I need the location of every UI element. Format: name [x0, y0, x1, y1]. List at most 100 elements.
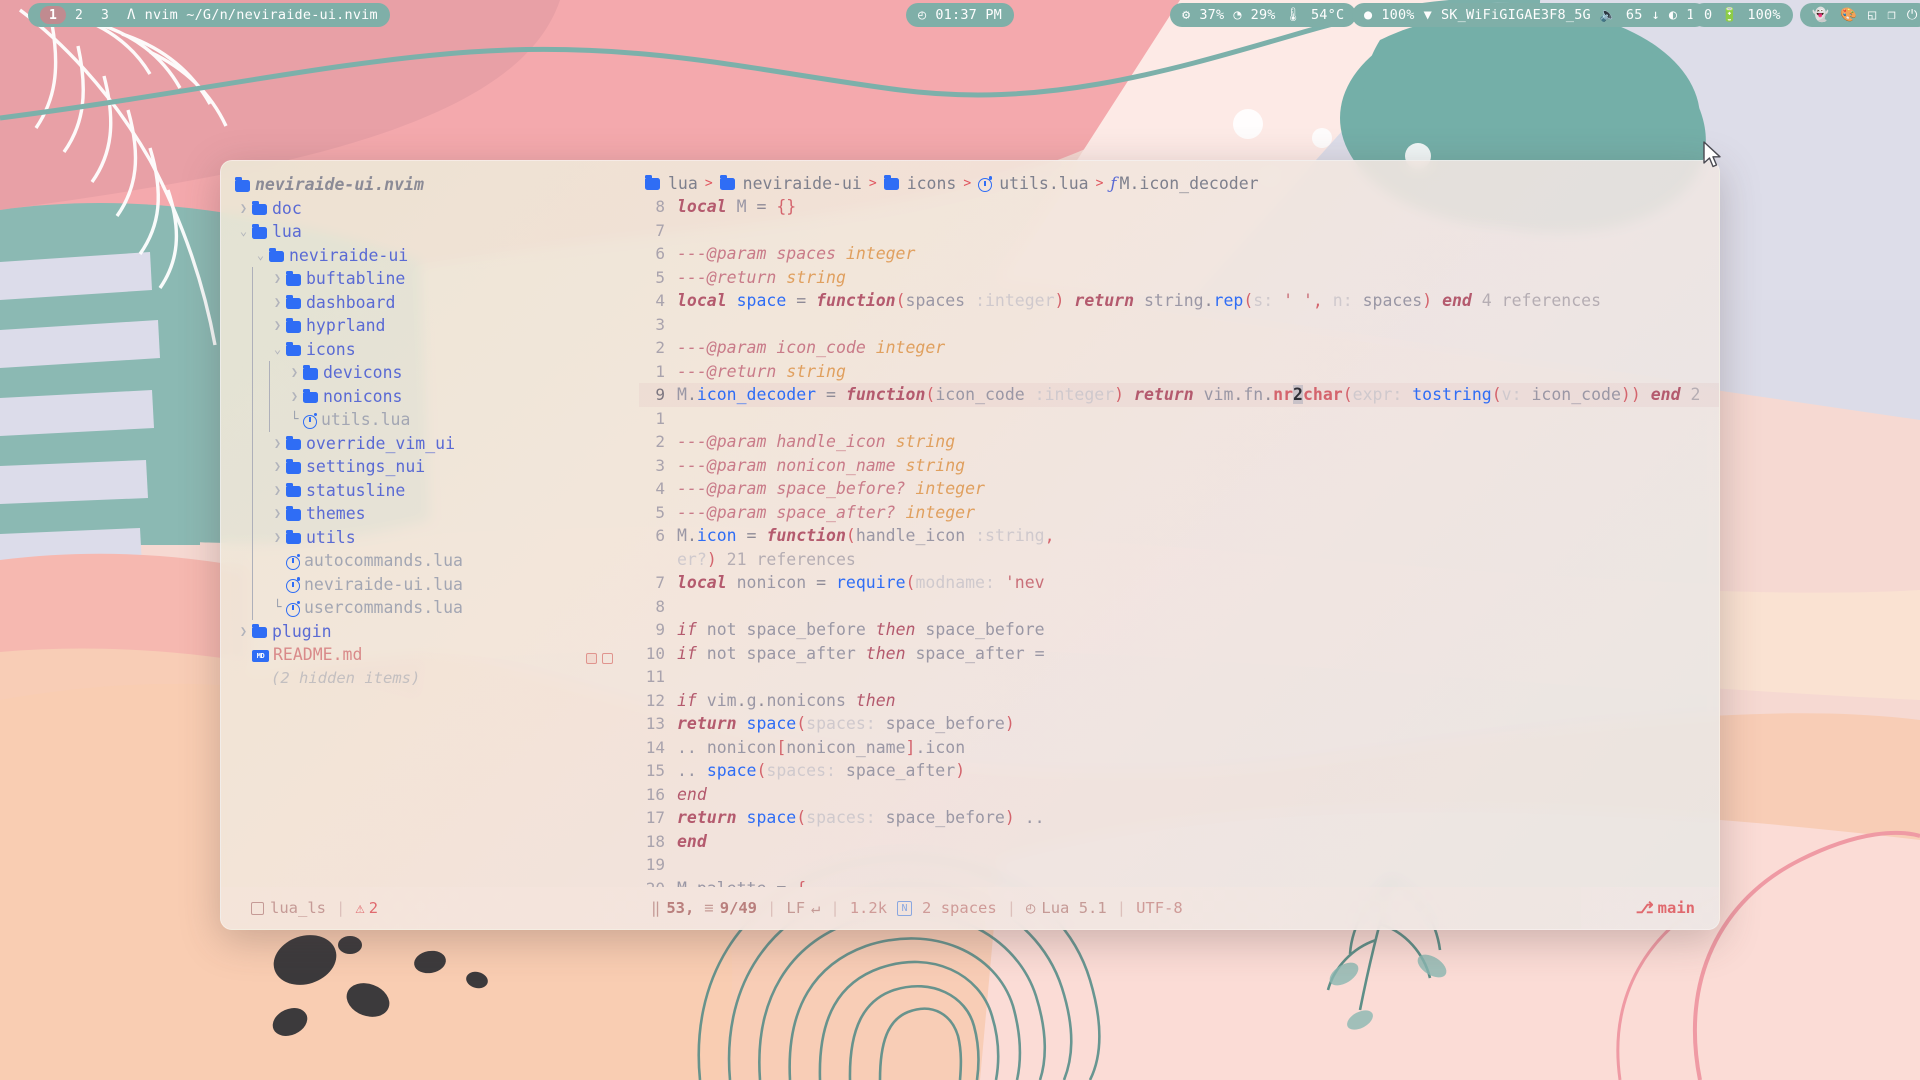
tree-item-neviraide-ui-lua[interactable]: ·neviraide-ui.lua	[235, 573, 631, 597]
tray-pill[interactable]: 👻 🎨 ◱ ❐ ⏻	[1800, 3, 1920, 27]
code-line[interactable]: 6 ---@param spaces integer	[639, 242, 1719, 266]
code-line[interactable]: er?) 21 references	[639, 548, 1719, 572]
chevron-right-icon[interactable]: ❯	[269, 291, 286, 315]
layout-icon[interactable]: ◱	[1868, 7, 1876, 23]
code-line[interactable]: 11	[639, 665, 1719, 689]
tree-item-readme-md[interactable]: ·MDREADME.md	[235, 643, 631, 667]
tree-item-utils[interactable]: ❯utils	[235, 526, 631, 550]
chevron-down-icon[interactable]: ⌄	[252, 244, 269, 268]
tree-item-themes[interactable]: ❯themes	[235, 502, 631, 526]
code-line[interactable]: 1	[639, 407, 1719, 431]
code-line[interactable]: 8	[639, 595, 1719, 619]
tree-root[interactable]: neviraide-ui.nvim	[235, 173, 631, 197]
code-line[interactable]: 19	[639, 853, 1719, 877]
power-icon[interactable]: ⏻	[1907, 7, 1918, 23]
git-branch[interactable]: ⎇ main	[1636, 899, 1695, 917]
code-line[interactable]: 2 ---@param icon_code integer	[639, 336, 1719, 360]
diagnostics-status[interactable]: ⚠ 2	[355, 899, 378, 917]
breadcrumb-item-neviraide-ui[interactable]: neviraide-ui	[720, 174, 862, 193]
code-token: ---@param	[677, 338, 776, 357]
workspace-2[interactable]: 2	[66, 6, 92, 24]
file-tree-sidebar[interactable]: neviraide-ui.nvim ❯doc⌄lua⌄neviraide-ui❯…	[221, 161, 631, 887]
code-line[interactable]: 5 ---@return string	[639, 266, 1719, 290]
tree-item-doc[interactable]: ❯doc	[235, 197, 631, 221]
code-line[interactable]: 9 M.icon_decoder = function(icon_code :i…	[639, 383, 1719, 407]
chevron-down-icon[interactable]: ⌄	[235, 220, 252, 244]
tree-item-neviraide-ui[interactable]: ⌄neviraide-ui	[235, 244, 631, 268]
chevron-right-icon[interactable]: ❯	[269, 314, 286, 338]
code-line[interactable]: 3 ---@param nonicon_name string	[639, 454, 1719, 478]
tree-item-lua[interactable]: ⌄lua	[235, 220, 631, 244]
palette-icon[interactable]: 🎨	[1840, 7, 1857, 23]
chevron-right-icon[interactable]: ❯	[269, 479, 286, 503]
code-line[interactable]: 20 M.palette = {	[639, 877, 1719, 888]
chevron-right-icon[interactable]: ❯	[269, 526, 286, 550]
tree-item-usercommands-lua[interactable]: └usercommands.lua	[235, 596, 631, 620]
code-line[interactable]: 15 .. space(spaces: space_after)	[639, 759, 1719, 783]
tree-item-autocommands-lua[interactable]: ·autocommands.lua	[235, 549, 631, 573]
battery-pill[interactable]: 0 🔋 100%	[1692, 3, 1793, 27]
indent-setting[interactable]: 2 spaces	[922, 899, 997, 917]
tree-item-utils-lua[interactable]: └utils.lua	[235, 408, 631, 432]
tree-item-buftabline[interactable]: ❯buftabline	[235, 267, 631, 291]
code-line[interactable]: 2 ---@param handle_icon string	[639, 430, 1719, 454]
code-line[interactable]: 5 ---@param space_after? integer	[639, 501, 1719, 525]
tree-item-icons[interactable]: ⌄icons	[235, 338, 631, 362]
code-line[interactable]: 12 if vim.g.nonicons then	[639, 689, 1719, 713]
breadcrumb[interactable]: lua>neviraide-ui>icons>utils.lua>ƒM.icon…	[631, 171, 1719, 195]
breadcrumb-item-lua[interactable]: lua	[645, 174, 698, 193]
lsp-status[interactable]: lua_ls	[251, 899, 326, 917]
tree-item-list[interactable]: ❯doc⌄lua⌄neviraide-ui❯buftabline❯dashboa…	[235, 197, 631, 667]
chevron-right-icon[interactable]: ❯	[286, 361, 303, 385]
tree-item-settings-nui[interactable]: ❯settings_nui	[235, 455, 631, 479]
ghost-icon[interactable]: 👻	[1812, 7, 1829, 23]
breadcrumb-item-icons[interactable]: icons	[884, 174, 957, 193]
chevron-right-icon[interactable]: ❯	[269, 455, 286, 479]
code-line[interactable]: 18 end	[639, 830, 1719, 854]
chevron-right-icon[interactable]: ❯	[269, 502, 286, 526]
code-line[interactable]: 14 .. nonicon[nonicon_name].icon	[639, 736, 1719, 760]
tree-item-plugin[interactable]: ❯plugin	[235, 620, 631, 644]
chevron-right-icon[interactable]: ❯	[286, 385, 303, 409]
network-pill[interactable]: ● 100% ▼ SK_WiFiGIGAE3F8_5G 🔈 65 ↓ ◐ 1	[1352, 3, 1707, 27]
code-line[interactable]: 10 if not space_after then space_after =	[639, 642, 1719, 666]
code-line[interactable]: 8 local M = {}	[639, 195, 1719, 219]
code-line[interactable]: 7 local nonicon = require(modname: 'nev	[639, 571, 1719, 595]
system-stats-pill[interactable]: ⚙ 37% ◔ 29% 🌡 54°C	[1170, 3, 1356, 27]
tree-item-dashboard[interactable]: ❯dashboard	[235, 291, 631, 315]
tree-item-devicons[interactable]: ❯devicons	[235, 361, 631, 385]
tree-item-nonicons[interactable]: ❯nonicons	[235, 385, 631, 409]
chevron-down-icon[interactable]: ⌄	[269, 338, 286, 362]
breadcrumb-item-m-icon-decoder[interactable]: ƒM.icon_decoder	[1110, 174, 1258, 193]
code-line[interactable]: 7	[639, 219, 1719, 243]
code-area[interactable]: 8 local M = {}76 ---@param spaces intege…	[631, 195, 1719, 887]
clock-pill[interactable]: ◴ 01:37 PM	[906, 3, 1014, 27]
lf-icon: ↵	[811, 899, 820, 917]
tree-item-override-vim-ui[interactable]: ❯override_vim_ui	[235, 432, 631, 456]
breadcrumb-item-utils-lua[interactable]: utils.lua	[978, 174, 1088, 193]
workspace-1[interactable]: 1	[40, 6, 66, 24]
code-token: space	[747, 714, 797, 733]
workspace-3[interactable]: 3	[92, 6, 118, 24]
code-token: local	[677, 197, 727, 216]
chevron-right-icon[interactable]: ❯	[269, 432, 286, 456]
code-line[interactable]: 4 local space = function(spaces :integer…	[639, 289, 1719, 313]
chevron-right-icon[interactable]: ❯	[269, 267, 286, 291]
code-editor-pane[interactable]: lua>neviraide-ui>icons>utils.lua>ƒM.icon…	[631, 161, 1719, 887]
code-line-text: ---@param spaces integer	[677, 242, 915, 266]
code-line[interactable]: 17 return space(spaces: space_before) ..	[639, 806, 1719, 830]
chevron-right-icon[interactable]: ❯	[235, 620, 252, 644]
code-line[interactable]: 13 return space(spaces: space_before)	[639, 712, 1719, 736]
copy-icon[interactable]: ❐	[1887, 7, 1895, 23]
code-line[interactable]: 9 if not space_before then space_before	[639, 618, 1719, 642]
window-title: nvim ~/G/n/neviraide-ui.nvim	[145, 7, 378, 23]
workspace-list[interactable]: 1 2 3	[40, 6, 118, 24]
code-line[interactable]: 1 ---@return string	[639, 360, 1719, 384]
code-line[interactable]: 3	[639, 313, 1719, 337]
tree-item-hyprland[interactable]: ❯hyprland	[235, 314, 631, 338]
code-line[interactable]: 6 M.icon = function(handle_icon :string,	[639, 524, 1719, 548]
code-line[interactable]: 4 ---@param space_before? integer	[639, 477, 1719, 501]
code-line[interactable]: 16 end	[639, 783, 1719, 807]
tree-item-statusline[interactable]: ❯statusline	[235, 479, 631, 503]
chevron-right-icon[interactable]: ❯	[235, 197, 252, 221]
